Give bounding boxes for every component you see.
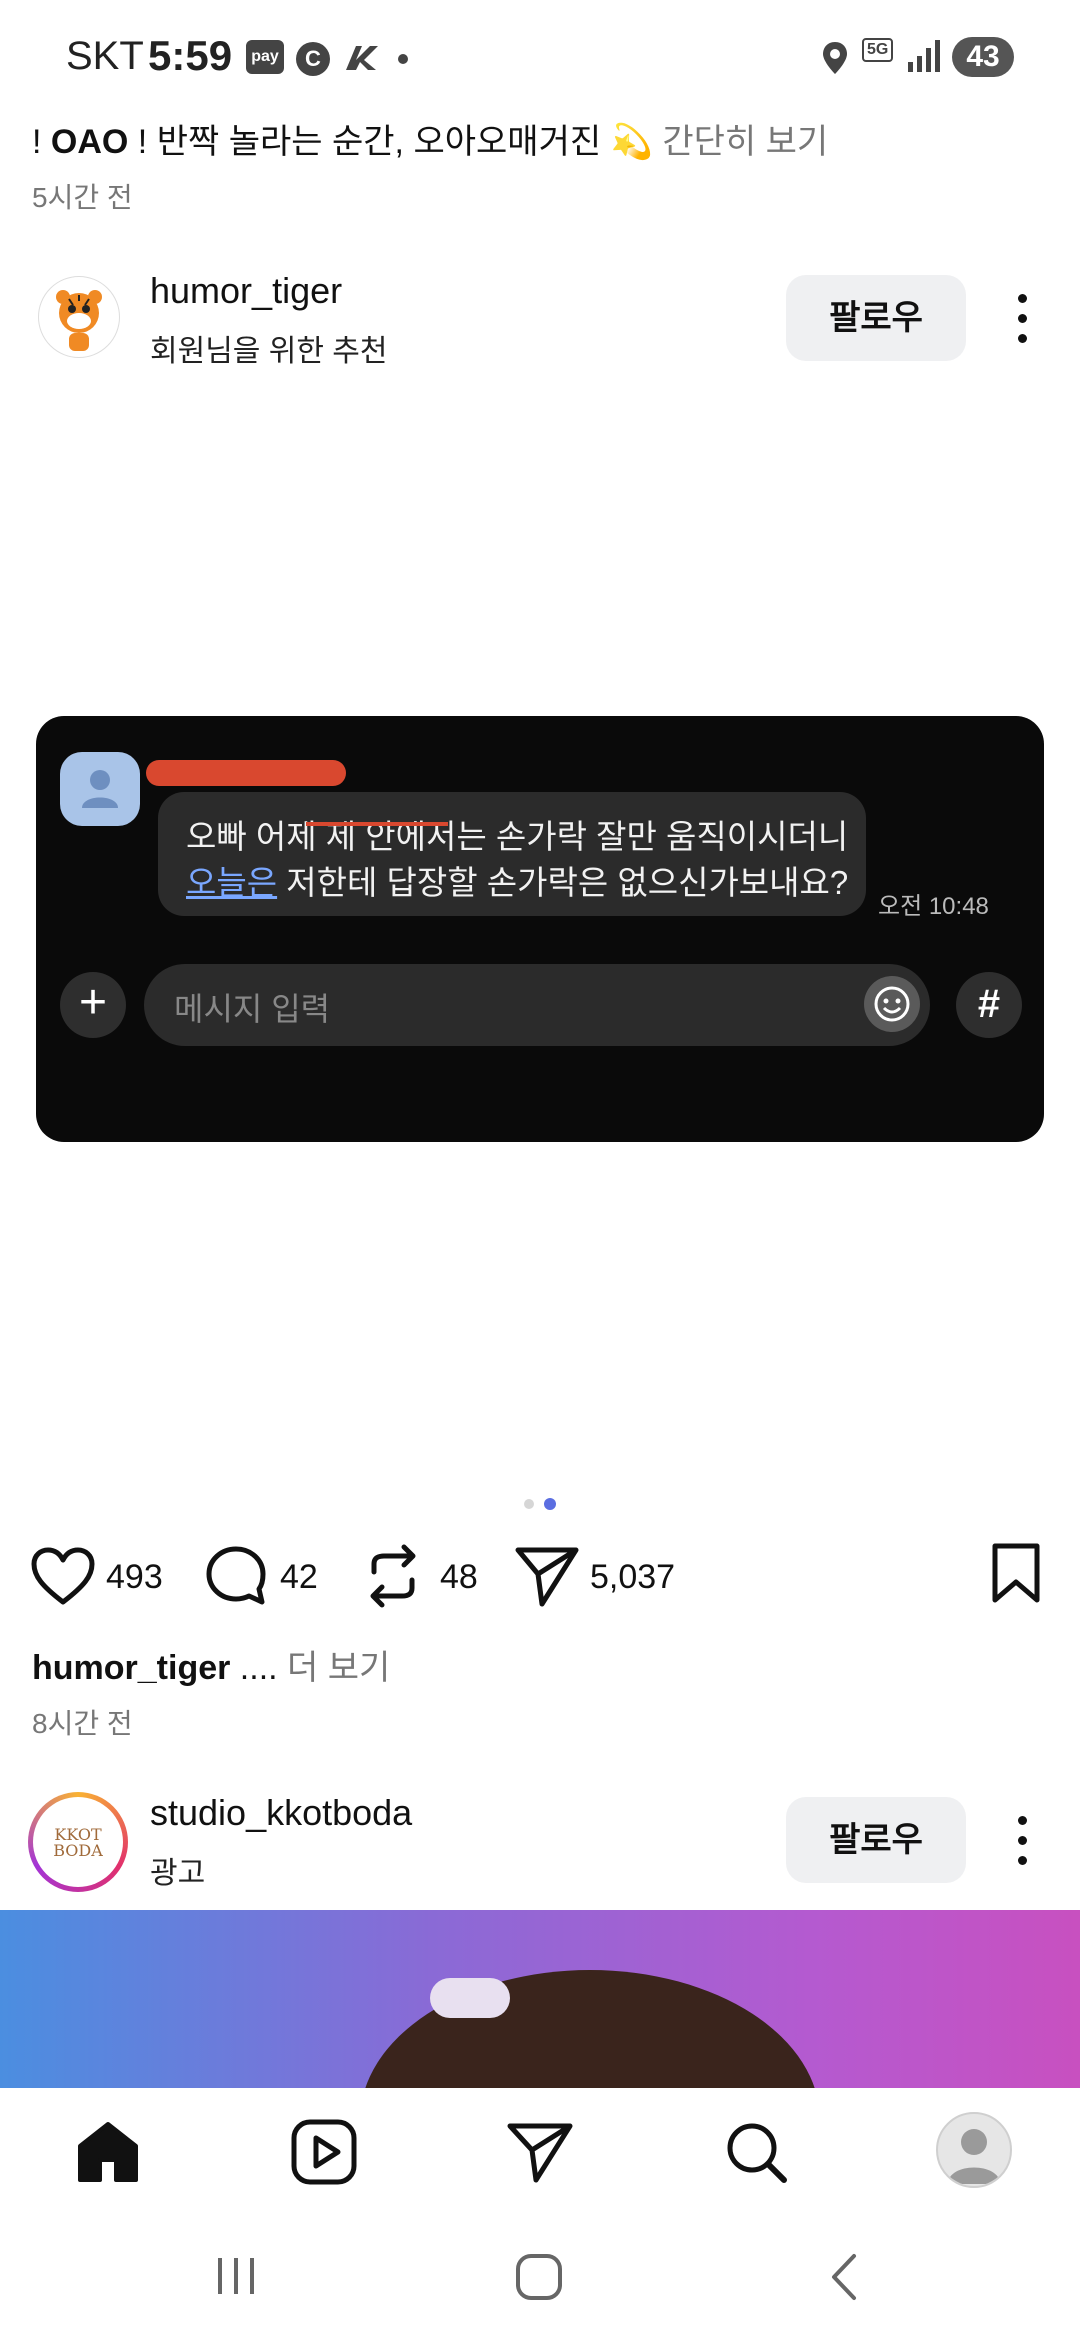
chat-message-line1: 오빠 어제 제 안에서는 손가락 잘만 움직이시더니 — [186, 818, 849, 855]
chat-time: 오전 10:48 — [878, 893, 989, 920]
ad-photo-hair — [360, 1970, 820, 2090]
chat-input-placeholder: 메시지 입력 — [174, 991, 331, 1027]
pay-icon: pay — [246, 40, 284, 74]
search-icon[interactable] — [720, 2116, 792, 2188]
recent-apps-icon[interactable] — [214, 2252, 258, 2300]
clock: 5:59 — [148, 32, 233, 79]
see-more-link[interactable]: 더 보기 — [278, 1649, 390, 1687]
repost-icon[interactable] — [362, 1542, 424, 1610]
status-bar: SKT 5:59 pay C 5G 43 — [0, 0, 1080, 118]
comment-icon[interactable] — [204, 1544, 268, 1608]
ad-label: 광고 — [150, 1857, 206, 1890]
dm-send-icon[interactable] — [504, 2116, 576, 2188]
profile-avatar-icon[interactable] — [936, 2112, 1012, 2188]
c-app-icon: C — [296, 42, 330, 76]
ad-photo-hairclip — [430, 1978, 510, 2018]
person-icon — [82, 770, 118, 808]
studio-logo: KKOT BODA — [53, 1825, 103, 1860]
home-button-icon[interactable] — [514, 2252, 564, 2302]
more-options-icon[interactable] — [1004, 288, 1044, 348]
heart-icon[interactable] — [30, 1546, 96, 1608]
chat-input-field: 메시지 입력 — [144, 964, 930, 1046]
carrier-label: SKT — [66, 34, 144, 78]
home-icon[interactable] — [72, 2116, 144, 2188]
battery-icon: 43 — [952, 37, 1014, 77]
strikethrough-mark — [306, 822, 448, 826]
post-caption[interactable]: humor_tiger .... 더 보기 — [32, 1640, 390, 1689]
chat-avatar — [60, 752, 140, 826]
send-icon[interactable] — [514, 1544, 580, 1608]
previous-post-time: 5시간 전 — [32, 182, 133, 213]
ad-avatar[interactable]: KKOT BODA — [28, 1792, 128, 1892]
carousel-dot — [524, 1499, 534, 1509]
bookmark-icon[interactable] — [990, 1542, 1042, 1604]
signal-icon — [908, 40, 940, 72]
redacted-name — [146, 760, 346, 786]
carousel-dot-active — [544, 1498, 556, 1510]
like-count[interactable]: 493 — [106, 1558, 163, 1597]
kt-app-icon — [346, 46, 378, 70]
avatar[interactable] — [38, 276, 120, 358]
system-navigation-bar — [0, 2212, 1080, 2340]
tiger-avatar-icon — [56, 290, 102, 351]
chat-bubble: 오빠 어제 제 안에서는 손가락 잘만 움직이시더니 오늘은 저한테 답장할 손… — [158, 792, 866, 916]
share-count[interactable]: 5,037 — [590, 1558, 675, 1597]
previous-post-caption[interactable]: ! OAO ! 반짝 놀라는 순간, 오아오매거진 💫 간단히 보기 — [32, 114, 828, 163]
comment-count[interactable]: 42 — [280, 1558, 318, 1597]
emoji-icon — [864, 976, 920, 1032]
hash-icon: # — [956, 972, 1022, 1038]
location-icon — [823, 42, 847, 74]
ad-image[interactable] — [0, 1910, 1080, 2090]
bottom-navigation — [0, 2088, 1080, 2212]
play-icon[interactable] — [288, 2116, 360, 2188]
chat-message-line2: 오늘은 저한테 답장할 손가락은 없으신가보내요? — [186, 864, 849, 901]
ad-username[interactable]: studio_kkotboda — [150, 1792, 412, 1834]
plus-icon: + — [60, 972, 126, 1038]
post-subtext: 회원님을 위한 추천 — [150, 335, 388, 368]
ad-more-options-icon[interactable] — [1004, 1810, 1044, 1870]
post-username[interactable]: humor_tiger — [150, 270, 342, 312]
post-image[interactable]: 오빠 어제 제 안에서는 손가락 잘만 움직이시더니 오늘은 저한테 답장할 손… — [36, 716, 1044, 1142]
collapse-link[interactable]: 간단히 보기 — [662, 123, 828, 161]
ad-follow-button[interactable]: 팔로우 — [786, 1797, 966, 1883]
back-icon[interactable] — [826, 2252, 862, 2302]
notification-dot-icon — [398, 54, 408, 64]
post-time: 8시간 전 — [32, 1708, 133, 1739]
network-5g-icon: 5G — [862, 38, 894, 62]
repost-count[interactable]: 48 — [440, 1558, 478, 1597]
follow-button[interactable]: 팔로우 — [786, 275, 966, 361]
